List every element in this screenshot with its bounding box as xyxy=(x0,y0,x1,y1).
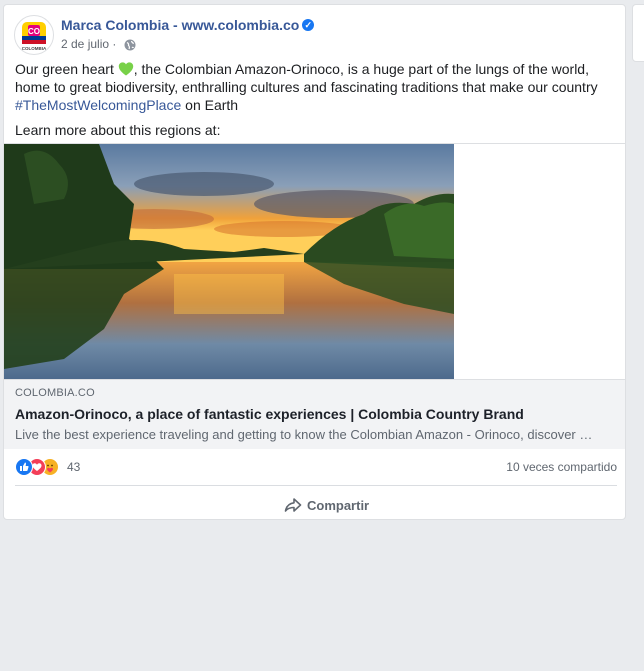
avatar[interactable]: CO COLOMBIA xyxy=(14,15,54,55)
share-count[interactable]: 10 veces compartido xyxy=(506,460,617,474)
globe-icon[interactable] xyxy=(124,39,136,51)
reactions-bar: 43 10 veces compartido xyxy=(15,458,617,476)
link-title[interactable]: Amazon-Orinoco, a place of fantastic exp… xyxy=(15,406,524,422)
share-button[interactable]: Compartir xyxy=(284,495,369,515)
share-button-label[interactable]: Compartir xyxy=(307,498,369,513)
green-heart-icon xyxy=(118,62,133,76)
post-text-intro: Our green heart xyxy=(15,61,118,77)
verified-badge-icon: ✓ xyxy=(302,19,315,32)
post-card: CO COLOMBIA Marca Colombia - www.colombi… xyxy=(3,4,626,520)
link-domain: COLOMBIA.CO xyxy=(15,387,95,399)
link-preview[interactable]: COLOMBIA.CO Amazon-Orinoco, a place of f… xyxy=(4,143,625,449)
post-date[interactable]: 2 de julio xyxy=(61,37,109,51)
colombia-brand-logo: CO COLOMBIA xyxy=(22,22,47,51)
page-name-text[interactable]: Marca Colombia - www.colombia.co xyxy=(61,17,299,33)
post-meta: 2 de julio · xyxy=(61,37,136,51)
reaction-count[interactable]: 43 xyxy=(67,460,80,474)
learn-more-text: Learn more about this regions at: xyxy=(15,122,221,138)
svg-text:CO: CO xyxy=(28,27,40,36)
post-body: Our green heart , the Colombian Amazon-O… xyxy=(15,60,619,114)
svg-text:COLOMBIA: COLOMBIA xyxy=(22,46,47,51)
amazon-sunset-photo[interactable] xyxy=(4,144,454,379)
meta-separator: · xyxy=(112,37,117,51)
link-info[interactable]: COLOMBIA.CO Amazon-Orinoco, a place of f… xyxy=(4,379,625,449)
hashtag-link[interactable]: #TheMostWelcomingPlace xyxy=(15,97,181,113)
divider xyxy=(15,485,617,486)
post-header: CO COLOMBIA Marca Colombia - www.colombi… xyxy=(14,15,614,57)
link-description: Live the best experience traveling and g… xyxy=(15,427,595,442)
post-text-outro: on Earth xyxy=(181,97,239,113)
like-icon[interactable] xyxy=(15,458,33,476)
page-name-link[interactable]: Marca Colombia - www.colombia.co ✓ xyxy=(61,17,315,33)
adjacent-panel xyxy=(632,4,644,62)
share-arrow-icon xyxy=(284,498,302,512)
